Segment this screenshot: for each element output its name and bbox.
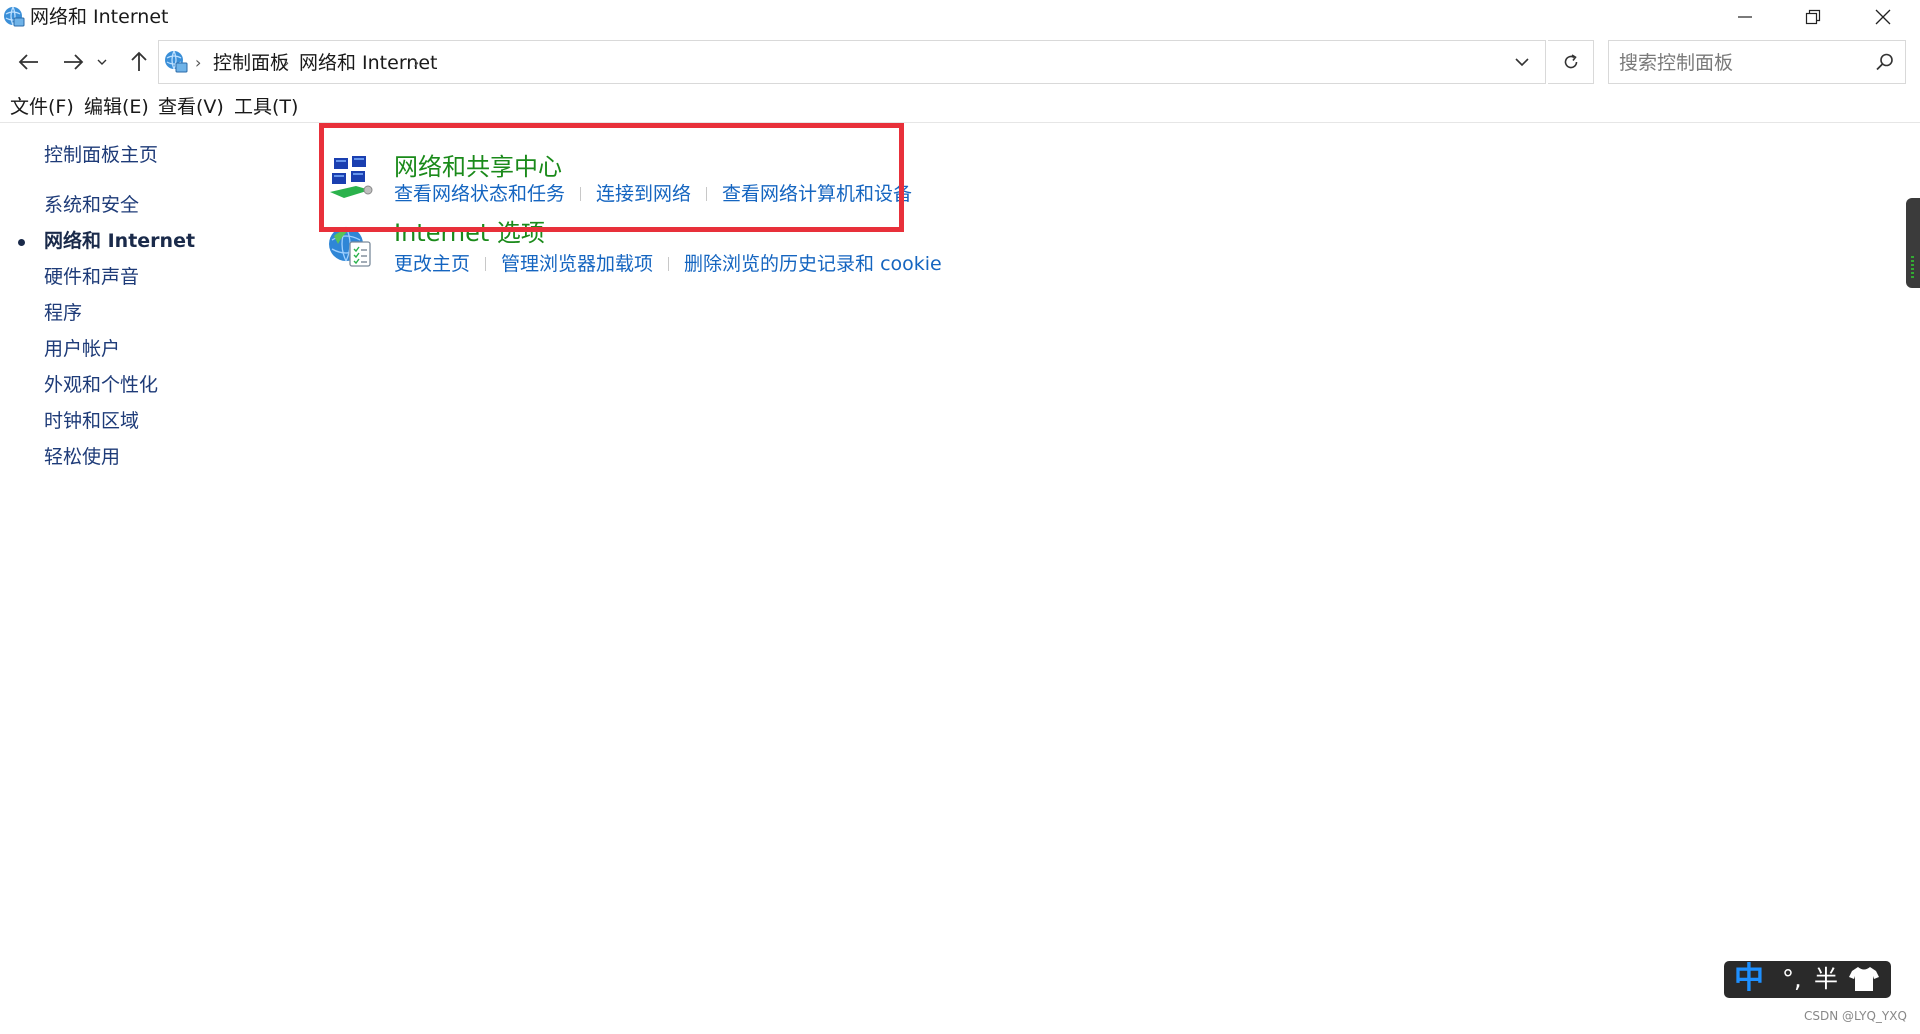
- address-bar: › 控制面板 › 网络和 Internet ›: [0, 38, 1920, 86]
- breadcrumb-control-panel[interactable]: 控制面板: [213, 51, 289, 75]
- recent-locations-button[interactable]: [92, 44, 112, 80]
- scrollbar-thumb[interactable]: [1906, 198, 1920, 288]
- sidebar-item-clock-region[interactable]: 时钟和区域: [44, 408, 139, 434]
- category-title[interactable]: Internet 选项: [394, 218, 545, 248]
- search-icon[interactable]: [1875, 52, 1895, 72]
- arrow-up-icon: [131, 51, 147, 71]
- menu-edit[interactable]: 编辑(E): [84, 94, 149, 120]
- tshirt-skin-icon[interactable]: [1848, 965, 1880, 993]
- address-history-dropdown[interactable]: [1498, 40, 1546, 84]
- sidebar-item-system-security[interactable]: 系统和安全: [44, 192, 139, 218]
- address-field[interactable]: › 控制面板 › 网络和 Internet ›: [158, 40, 1546, 84]
- breadcrumb-separator: ›: [195, 53, 202, 72]
- close-icon: [1875, 9, 1891, 25]
- category-title[interactable]: 网络和共享中心: [394, 152, 562, 182]
- search-box[interactable]: [1608, 40, 1906, 84]
- network-globe-icon: [4, 6, 25, 27]
- chevron-down-icon: [1515, 57, 1529, 66]
- back-button[interactable]: [12, 44, 46, 80]
- ime-punctuation[interactable]: °,: [1782, 965, 1802, 993]
- sidebar-item-hardware-sound[interactable]: 硬件和声音: [44, 264, 139, 290]
- arrow-left-icon: [18, 54, 38, 70]
- up-button[interactable]: [122, 44, 156, 80]
- link-change-homepage[interactable]: 更改主页: [394, 252, 470, 276]
- ime-half-width[interactable]: 半: [1814, 965, 1838, 993]
- ime-mode-chinese[interactable]: 中: [1734, 962, 1764, 996]
- sidebar-item-programs[interactable]: 程序: [44, 300, 82, 326]
- watermark-text: CSDN @LYQ_YXQ: [1804, 1009, 1907, 1023]
- close-button[interactable]: [1848, 0, 1918, 34]
- network-sharing-center-icon: [330, 156, 373, 198]
- network-folder-icon: [165, 50, 188, 73]
- sidebar-item-user-accounts[interactable]: 用户帐户: [44, 336, 120, 362]
- link-view-network-computers[interactable]: 查看网络计算机和设备: [722, 182, 912, 206]
- menu-bar: 文件(F) 编辑(E) 查看(V) 工具(T): [0, 92, 1920, 123]
- breadcrumb-separator[interactable]: ›: [413, 51, 419, 75]
- category-links: 更改主页 管理浏览器加载项 删除浏览的历史记录和 cookie: [394, 252, 942, 276]
- forward-button[interactable]: [56, 44, 90, 80]
- category-links: 查看网络状态和任务 连接到网络 查看网络计算机和设备: [394, 182, 912, 206]
- restore-icon: [1805, 9, 1821, 25]
- internet-options-icon: [329, 226, 371, 267]
- minimize-icon: [1738, 16, 1752, 18]
- sidebar-item-appearance[interactable]: 外观和个性化: [44, 372, 158, 398]
- link-connect-to-network[interactable]: 连接到网络: [596, 182, 691, 206]
- link-view-network-status[interactable]: 查看网络状态和任务: [394, 182, 565, 206]
- sidebar-item-control-panel-home[interactable]: 控制面板主页: [44, 142, 158, 168]
- chevron-down-icon: [97, 59, 107, 65]
- link-separator: [485, 257, 487, 271]
- arrow-right-icon: [64, 54, 84, 70]
- menu-file[interactable]: 文件(F): [10, 94, 74, 120]
- menu-tools[interactable]: 工具(T): [234, 94, 298, 120]
- window-title: 网络和 Internet: [30, 6, 169, 28]
- ime-status-bar[interactable]: 中 °, 半: [1724, 961, 1891, 998]
- refresh-button[interactable]: [1548, 40, 1594, 84]
- link-manage-addons[interactable]: 管理浏览器加载项: [501, 252, 653, 276]
- active-bullet: [18, 239, 25, 246]
- breadcrumb-separator[interactable]: ›: [283, 51, 289, 75]
- link-separator: [668, 257, 670, 271]
- sidebar-item-ease-of-access[interactable]: 轻松使用: [44, 444, 120, 470]
- link-separator: [706, 187, 708, 201]
- search-input[interactable]: [1617, 47, 1861, 79]
- menu-view[interactable]: 查看(V): [158, 94, 224, 120]
- refresh-icon: [1564, 54, 1577, 69]
- title-bar: 网络和 Internet: [0, 0, 1920, 34]
- grip-icon: [1911, 256, 1914, 278]
- link-delete-browsing-history[interactable]: 删除浏览的历史记录和 cookie: [684, 252, 942, 276]
- restore-button[interactable]: [1778, 0, 1848, 34]
- sidebar-item-network-internet[interactable]: 网络和 Internet: [44, 228, 195, 254]
- link-separator: [580, 187, 582, 201]
- minimize-button[interactable]: [1710, 0, 1780, 34]
